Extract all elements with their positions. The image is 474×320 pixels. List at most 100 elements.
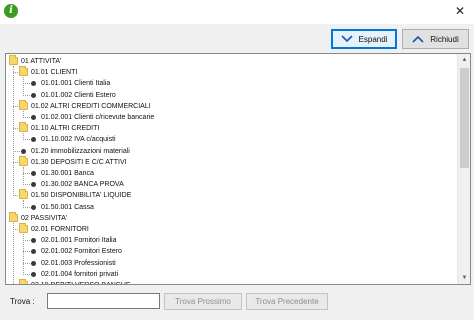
folder-icon [19,155,28,166]
leaf-bullet-icon [31,204,36,210]
tree-leaf-node[interactable]: 02.01.001 Fornitori Italia [6,235,446,246]
tree-folder-node[interactable]: 02.10 DEBITI VERSO BANCHE [6,279,446,284]
tree-connector [9,62,10,284]
tree-folder-node[interactable]: 01.50 DISPONIBILITA' LIQUIDE [6,189,446,201]
tree-connector [23,206,30,208]
title-bar: i ✕ [0,0,474,24]
tree-node-label: 01.10 ALTRI CREDITI [31,125,100,133]
leaf-bullet-icon [31,171,36,176]
tree-connector [13,150,20,152]
vertical-scrollbar[interactable]: ▲ ▼ [457,54,470,284]
tree-connector [23,262,30,264]
tree-leaf-node[interactable]: 01.02.001 Clienti c/ricevute bancarie [6,112,446,123]
tree-node-label: 01.50.001 Cassa [41,203,94,211]
tree-node-label: 02.10 DEBITI VERSO BANCHE [31,280,131,284]
collapse-button-label: Richiudi [430,34,459,44]
leaf-bullet-icon [31,249,36,255]
tree-folder-node[interactable]: 02 PASSIVITA' [6,211,446,224]
folder-icon [19,279,28,284]
tree-folder-node[interactable]: 01.10 ALTRI CREDITI [6,122,446,134]
leaf-bullet-icon [31,137,36,143]
search-input[interactable] [47,293,160,309]
tree-folder-node[interactable]: 01.30 DEPOSITI E C/C ATTIVI [6,155,446,168]
tree-node-label: 02 PASSIVITA' [21,214,68,222]
tree-connector [23,110,24,118]
tree-folder-node[interactable]: 01 ATTIVITA' [6,55,446,67]
tree-node-label: 01.10.002 IVA c/acquisti [41,136,116,144]
tree-node-label: 01 ATTIVITA' [21,58,62,65]
tree-node-label: 01.50 DISPONIBILITA' LIQUIDE [31,192,132,200]
search-label: Trova : [10,297,35,306]
tree-connector [23,166,24,186]
tree-node-label: 01.02.001 Clienti c/ricevute bancarie [41,114,155,121]
tree-connector [23,200,24,208]
tree-connector [23,133,24,141]
tree-node-label: 02.01 FORNITORI [31,226,89,233]
tree-leaf-node[interactable]: 01.01.002 Clienti Estero [6,90,446,101]
scroll-down-arrow-icon[interactable]: ▼ [458,272,470,284]
collapse-button[interactable]: Richiudi [402,29,469,49]
folder-icon [19,66,28,77]
tree-node-label: 02.01.003 Professionisti [41,259,116,267]
tree-connector [23,83,30,85]
leaf-bullet-icon [31,260,36,266]
chevron-down-icon [340,35,353,43]
tree-leaf-node[interactable]: 02.01.003 Professionisti [6,258,446,269]
tree-leaf-node[interactable]: 02.01.004 fornitori privati [6,269,446,280]
app-info-icon: i [4,4,18,18]
tree-connector [23,251,30,253]
scrollbar-thumb[interactable] [460,68,469,168]
tree-leaf-node[interactable]: 02.01.002 Fornitori Estero [6,246,446,257]
tree-node-label: 01.01 CLIENTI [31,69,78,77]
leaf-bullet-icon [31,81,36,87]
tree-node-label: 01.01.001 Clienti Italia [41,80,111,88]
leaf-bullet-icon [31,271,36,277]
tree-leaf-node[interactable]: 01.30.002 BANCA PROVA [6,179,446,190]
tree-node-label: 01.30.001 Banca [41,170,94,177]
tree-node-label: 01.20 immobilizzazioni materiali [31,147,130,155]
tree-folder-node[interactable]: 01.02 ALTRI CREDITI COMMERCIALI [6,99,446,112]
folder-icon [19,122,28,133]
close-icon[interactable]: ✕ [449,2,471,20]
tree-connector [13,66,14,197]
expand-button-label: Espandi [358,34,388,44]
find-next-button[interactable]: Trova Prossimo [164,293,242,310]
account-tree-panel: 01 ATTIVITA' 01.01 CLIENTI 01.01.001 Clien… [5,53,471,285]
folder-icon [19,99,28,110]
folder-icon [19,189,28,200]
tree-leaf-node[interactable]: 01.50.001 Cassa [6,202,446,213]
find-previous-button[interactable]: Trova Precedente [246,293,328,310]
tree-connector [23,273,30,275]
tree-connector [23,173,30,174]
tree-leaf-node[interactable]: 01.20 immobilizzazioni materiali [6,146,446,157]
tree-connector [23,117,30,118]
leaf-bullet-icon [31,115,36,120]
tree-node-label: 02.01.004 fornitori privati [41,270,119,278]
folder-icon [19,223,28,233]
tree-leaf-node[interactable]: 01.01.001 Clienti Italia [6,78,446,89]
leaf-bullet-icon [31,92,36,98]
tree-connector [23,240,30,242]
chevron-up-icon [412,35,424,43]
tree-leaf-node[interactable]: 01.10.002 IVA c/acquisti [6,134,446,145]
leaf-bullet-icon [31,182,36,188]
tree-folder-node[interactable]: 02.01 FORNITORI [6,223,446,235]
tree-connector [23,184,30,186]
leaf-bullet-icon [21,148,26,154]
scroll-up-arrow-icon[interactable]: ▲ [458,54,470,66]
tree-node-label: 01.30.002 BANCA PROVA [41,181,124,189]
tree-connector [23,94,30,96]
tree-leaf-node[interactable]: 01.30.001 Banca [6,168,446,179]
tree-node-label: 02.01.002 Fornitori Estero [41,248,122,256]
tree-node-label: 01.30 DEPOSITI E C/C ATTIVI [31,158,127,166]
tree-connector [23,139,30,141]
leaf-bullet-icon [31,238,36,244]
tree-folder-node[interactable]: 01.01 CLIENTI [6,66,446,78]
folder-icon [9,55,18,65]
tree-node-label: 01.02 ALTRI CREDITI COMMERCIALI [31,102,151,110]
tree-connector [23,234,24,275]
account-tree[interactable]: 01 ATTIVITA' 01.01 CLIENTI 01.01.001 Clien… [6,54,457,284]
expand-button[interactable]: Espandi [331,29,397,49]
tree-connector [23,77,24,96]
folder-icon [9,211,18,222]
